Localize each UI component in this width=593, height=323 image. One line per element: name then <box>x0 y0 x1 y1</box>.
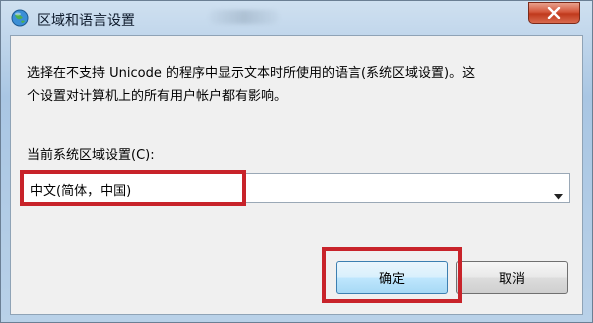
chevron-down-icon[interactable] <box>554 185 563 204</box>
current-locale-label: 当前系统区域设置(C): <box>27 148 155 163</box>
blurred-background-tab <box>209 10 279 24</box>
cancel-button[interactable]: 取消 <box>456 261 568 294</box>
ok-button[interactable]: 确定 <box>336 261 448 294</box>
title-bar[interactable]: 区域和语言设置 <box>1 1 592 35</box>
description-line-1: 选择在不支持 Unicode 的程序中显示文本时所使用的语言(系统区域设置)。这 <box>27 66 476 81</box>
dialog-content: 选择在不支持 Unicode 的程序中显示文本时所使用的语言(系统区域设置)。这… <box>10 35 583 315</box>
system-locale-select[interactable]: 中文(简体，中国) <box>23 173 570 203</box>
description-text: 选择在不支持 Unicode 的程序中显示文本时所使用的语言(系统区域设置)。这… <box>27 62 572 108</box>
close-icon <box>547 4 561 23</box>
globe-icon <box>11 9 29 27</box>
system-locale-value: 中文(简体，中国) <box>30 184 132 199</box>
dialog-window: 区域和语言设置 选择在不支持 Unicode 的程序中显示文本时所使用的语言(系… <box>0 0 593 323</box>
description-line-2: 个设置对计算机上的所有用户帐户都有影响。 <box>27 89 288 104</box>
window-title: 区域和语言设置 <box>37 13 135 29</box>
close-button[interactable] <box>528 2 580 24</box>
